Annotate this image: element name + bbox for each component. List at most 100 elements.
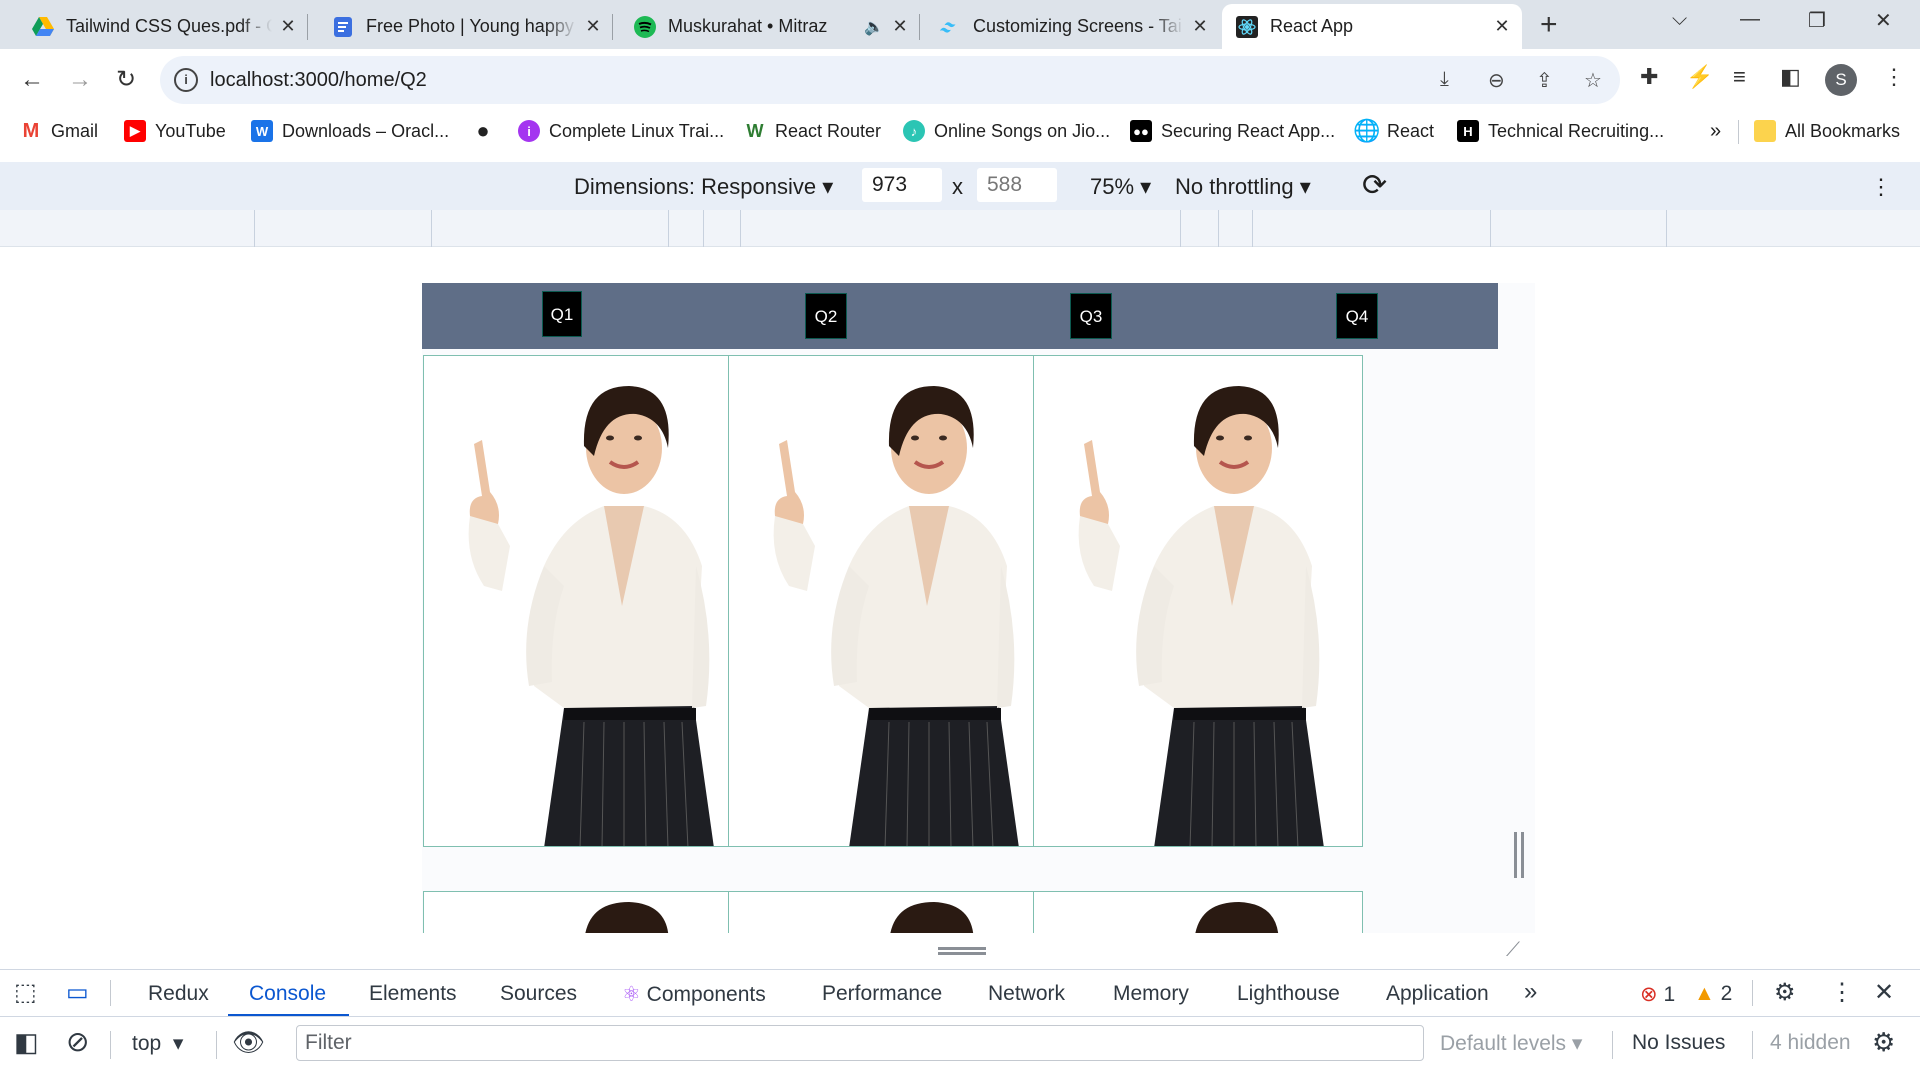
more-tabs-button[interactable]: » xyxy=(1524,978,1537,1006)
media-query-ruler[interactable] xyxy=(0,210,1920,247)
nav-button-q4[interactable]: Q4 xyxy=(1336,293,1378,339)
tab-redux[interactable]: Redux xyxy=(148,982,209,1006)
folder-icon xyxy=(1754,120,1776,142)
bookmark-item[interactable]: W Downloads – Oracl... xyxy=(251,120,449,142)
settings-gear-icon[interactable]: ⚙ xyxy=(1774,978,1796,1007)
photo-card[interactable] xyxy=(1033,355,1363,847)
bookmark-item[interactable]: ▶ YouTube xyxy=(124,120,226,142)
tab-components[interactable]: ⚛ Components xyxy=(622,982,766,1007)
resize-handle-right[interactable] xyxy=(1514,832,1524,878)
bookmark-star-icon[interactable]: ☆ xyxy=(1584,68,1602,93)
address-bar[interactable]: i localhost:3000/home/Q2 ⤓ ⊖ ⇪ ☆ xyxy=(160,56,1620,104)
rotate-icon[interactable]: ⟳ xyxy=(1362,168,1387,203)
zoom-icon[interactable]: ⊖ xyxy=(1488,68,1505,93)
all-bookmarks-folder[interactable]: All Bookmarks xyxy=(1754,120,1900,142)
throttling-dropdown[interactable]: No throttling ▾ xyxy=(1175,174,1311,200)
console-filter-input[interactable]: Filter xyxy=(296,1025,1424,1061)
window-close-icon[interactable]: ✕ xyxy=(1875,8,1892,33)
photo-card[interactable] xyxy=(728,355,1058,847)
close-icon[interactable]: ✕ xyxy=(1190,16,1210,37)
tab-title: React App xyxy=(1270,16,1354,36)
photo-card[interactable] xyxy=(423,355,753,847)
tab-lighthouse[interactable]: Lighthouse xyxy=(1237,982,1340,1006)
site-info-icon[interactable]: i xyxy=(174,68,198,92)
tab-memory[interactable]: Memory xyxy=(1113,982,1189,1006)
react-icon xyxy=(1236,15,1258,38)
bookmark-item[interactable]: ♪ Online Songs on Jio... xyxy=(903,120,1110,142)
browser-tab[interactable]: Customizing Screens - Tai ✕ xyxy=(925,4,1220,49)
browser-tab-active[interactable]: React App ✕ xyxy=(1222,4,1522,49)
resize-handle-bottom[interactable] xyxy=(938,947,986,955)
error-count[interactable]: ⊗ 1 xyxy=(1640,982,1675,1007)
back-icon[interactable]: ← xyxy=(16,64,48,96)
close-devtools-icon[interactable]: ✕ xyxy=(1874,978,1894,1007)
url-text[interactable]: localhost:3000/home/Q2 xyxy=(210,69,427,92)
reload-icon[interactable]: ↻ xyxy=(110,64,142,96)
google-drive-icon xyxy=(32,16,54,38)
photo-card[interactable] xyxy=(728,891,1058,933)
bookmark-item[interactable]: M Gmail xyxy=(20,120,98,142)
dimensions-dropdown[interactable]: Dimensions: Responsive ▾ xyxy=(574,174,833,200)
bookmark-item[interactable]: 🌐 React xyxy=(1353,118,1434,143)
bookmark-item[interactable]: i Complete Linux Trai... xyxy=(518,120,724,142)
photo-card[interactable] xyxy=(1033,891,1363,933)
speaker-icon[interactable]: 🔈 xyxy=(864,17,884,37)
device-viewport: Q1 Q2 Q3 Q4 ⟋ xyxy=(0,247,1920,969)
more-options-icon[interactable]: ⋮ xyxy=(1870,174,1892,200)
browser-tab[interactable]: Free Photo | Young happy ✕ xyxy=(318,4,613,49)
bookmark-item[interactable]: W React Router xyxy=(744,120,882,142)
bookmark-item[interactable]: ●● Securing React App... xyxy=(1130,120,1335,142)
context-selector[interactable]: top ▾ xyxy=(132,1031,183,1056)
sidebar-toggle-icon[interactable]: ◧ xyxy=(14,1027,39,1058)
photo-card[interactable] xyxy=(423,891,753,933)
log-levels-dropdown[interactable]: Default levels ▾ xyxy=(1440,1031,1582,1056)
device-toggle-icon[interactable]: ▭ xyxy=(66,978,89,1007)
restore-icon[interactable]: ❐ xyxy=(1808,8,1826,33)
tab-application[interactable]: Application xyxy=(1386,982,1489,1006)
avatar[interactable]: S xyxy=(1825,64,1857,96)
tab-performance[interactable]: Performance xyxy=(822,982,942,1006)
browser-tab[interactable]: Tailwind CSS Ques.pdf - G ✕ xyxy=(18,4,308,49)
clear-console-icon[interactable]: ⊘ xyxy=(66,1025,89,1058)
inspect-element-icon[interactable]: ⬚ xyxy=(14,978,37,1007)
issues-indicator[interactable]: No Issues xyxy=(1632,1031,1725,1055)
tab-elements[interactable]: Elements xyxy=(369,982,457,1006)
app-frame: Q1 Q2 Q3 Q4 xyxy=(422,283,1535,933)
tab-sources[interactable]: Sources xyxy=(500,982,577,1006)
devtools-menu-icon[interactable]: ⋮ xyxy=(1830,978,1854,1007)
extensions-icon[interactable]: ✚ xyxy=(1640,64,1658,90)
width-input[interactable]: 973 xyxy=(862,168,942,202)
forward-icon[interactable]: → xyxy=(64,64,96,96)
close-icon[interactable]: ✕ xyxy=(890,16,910,37)
media-control-icon[interactable]: ≡ xyxy=(1733,64,1746,90)
share-icon[interactable]: ⇪ xyxy=(1536,68,1553,93)
nav-button-q2[interactable]: Q2 xyxy=(805,293,847,339)
side-panel-icon[interactable]: ◧ xyxy=(1780,64,1801,90)
menu-icon[interactable]: ⋮ xyxy=(1883,64,1905,90)
device-toolbar: Dimensions: Responsive ▾ 973 x 588 75% ▾… xyxy=(0,162,1920,210)
live-expression-eye-icon[interactable]: 👁 xyxy=(232,1027,265,1058)
warning-count[interactable]: ▲ 2 xyxy=(1694,982,1732,1006)
nav-button-q1[interactable]: Q1 xyxy=(542,291,582,337)
woman-pointing-up-photo xyxy=(1034,356,1362,846)
new-tab-button[interactable]: + xyxy=(1540,8,1558,42)
bookmark-item[interactable]: ● xyxy=(472,118,503,143)
install-app-icon[interactable]: ⤓ xyxy=(1440,68,1449,91)
extension-icon[interactable]: ⚡ xyxy=(1686,64,1713,90)
browser-tab[interactable]: Muskurahat • Mitraz 🔈 ✕ xyxy=(620,4,920,49)
close-icon[interactable]: ✕ xyxy=(1492,16,1512,37)
bookmarks-overflow-button[interactable]: » xyxy=(1710,120,1721,143)
close-icon[interactable]: ✕ xyxy=(583,16,603,37)
zoom-dropdown[interactable]: 75% ▾ xyxy=(1090,174,1151,200)
bookmark-item[interactable]: H Technical Recruiting... xyxy=(1457,120,1664,142)
resize-handle-corner[interactable]: ⟋ xyxy=(1506,939,1520,962)
close-icon[interactable]: ✕ xyxy=(278,16,298,37)
tab-title: Muskurahat • Mitraz xyxy=(668,16,828,36)
minimize-icon[interactable]: — xyxy=(1740,8,1760,31)
tab-console[interactable]: Console xyxy=(249,982,326,1006)
tab-network[interactable]: Network xyxy=(988,982,1065,1006)
height-input[interactable]: 588 xyxy=(977,168,1057,202)
tab-search-icon[interactable]: ⌵ xyxy=(1672,8,1687,31)
console-settings-gear-icon[interactable]: ⚙ xyxy=(1872,1027,1895,1058)
nav-button-q3[interactable]: Q3 xyxy=(1070,293,1112,339)
